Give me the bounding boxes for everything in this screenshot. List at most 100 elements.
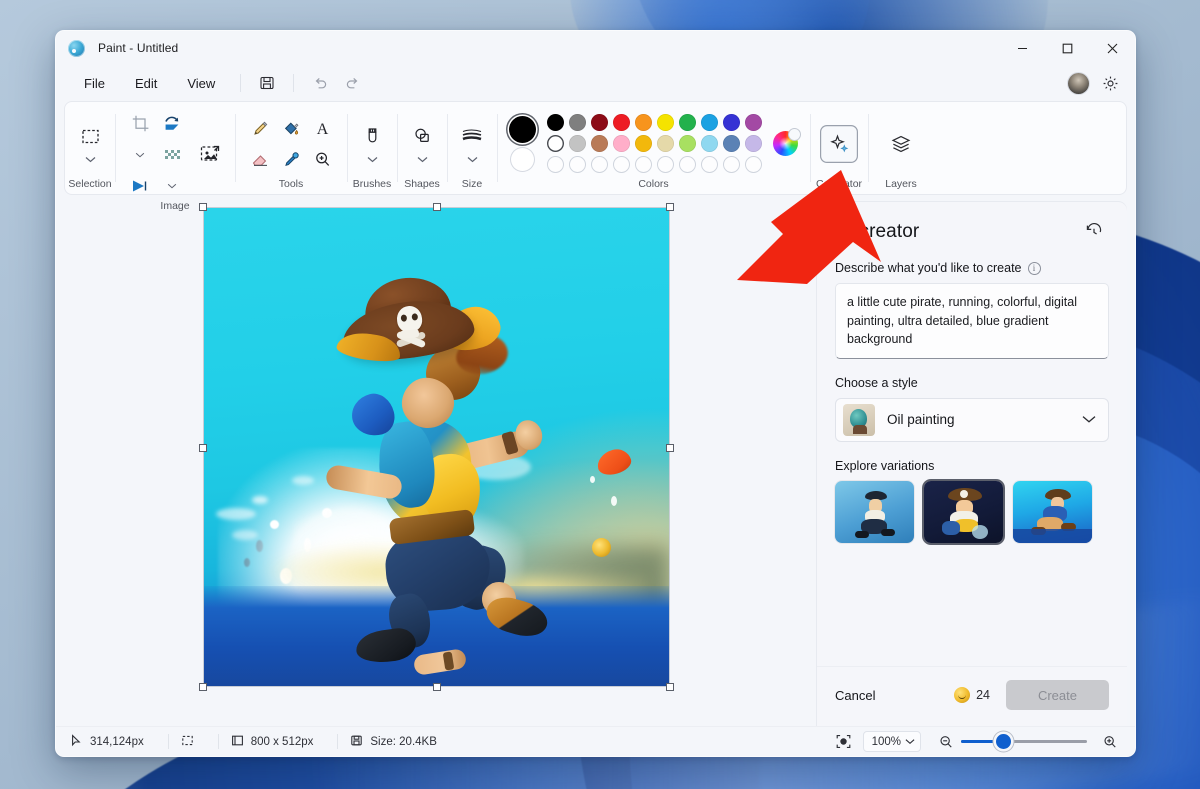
color-wheel-icon[interactable]: [773, 129, 800, 156]
color-swatch-r1-4[interactable]: [635, 114, 652, 131]
credits-indicator: 24: [954, 687, 990, 703]
minimize-button[interactable]: [1000, 31, 1045, 65]
custom-color-slot-8[interactable]: [723, 156, 740, 173]
text-icon[interactable]: A: [307, 113, 337, 143]
color-swatch-r1-8[interactable]: [723, 114, 740, 131]
prompt-input[interactable]: a little cute pirate, running, colorful,…: [835, 283, 1109, 359]
primary-color-swatch[interactable]: [509, 116, 536, 143]
cancel-button[interactable]: Cancel: [835, 688, 875, 703]
color-swatch-r1-0[interactable]: [547, 114, 564, 131]
menu-view[interactable]: View: [173, 71, 229, 96]
color-swatch-r1-5[interactable]: [657, 114, 674, 131]
selection-handle[interactable]: [200, 204, 206, 210]
undo-icon[interactable]: [305, 69, 335, 97]
variation-thumbnail[interactable]: [924, 480, 1003, 543]
cocreator-button[interactable]: [820, 124, 858, 163]
selection-handle[interactable]: [667, 204, 673, 210]
color-swatch-r1-3[interactable]: [613, 114, 630, 131]
ribbon-group-label: Size: [461, 178, 483, 190]
color-swatch-r1-6[interactable]: [679, 114, 696, 131]
custom-color-slot-3[interactable]: [613, 156, 630, 173]
chevron-down-icon[interactable]: [1082, 411, 1096, 429]
history-icon[interactable]: [1079, 218, 1109, 246]
info-icon[interactable]: i: [1028, 262, 1041, 275]
custom-color-slot-5[interactable]: [657, 156, 674, 173]
flip-icon[interactable]: [125, 171, 155, 201]
file-size: Size: 20.4KB: [348, 734, 450, 750]
custom-color-slot-0[interactable]: [547, 156, 564, 173]
selection-handle[interactable]: [200, 445, 206, 451]
prompt-label: Describe what you'd like to create i: [835, 261, 1109, 275]
color-swatch-r2-9[interactable]: [745, 135, 762, 152]
rotate-icon[interactable]: [157, 109, 187, 139]
variation-thumbnail[interactable]: [1013, 480, 1092, 543]
color-swatch-r1-1[interactable]: [569, 114, 586, 131]
menu-file[interactable]: File: [70, 71, 119, 96]
zoom-slider[interactable]: [961, 734, 1087, 749]
style-dropdown[interactable]: Oil painting: [835, 397, 1109, 442]
color-swatch-r2-2[interactable]: [591, 135, 608, 152]
crop-icon[interactable]: [125, 109, 155, 139]
color-swatch-r2-7[interactable]: [701, 135, 718, 152]
selection-handle[interactable]: [200, 684, 206, 690]
selection-chevron-down-icon[interactable]: [85, 152, 96, 166]
color-swatch-r2-3[interactable]: [613, 135, 630, 152]
color-swatch-r1-2[interactable]: [591, 114, 608, 131]
color-swatch-r2-6[interactable]: [679, 135, 696, 152]
custom-color-slot-6[interactable]: [679, 156, 696, 173]
size-lines-icon[interactable]: [457, 121, 487, 151]
avatar[interactable]: [1063, 69, 1093, 97]
magnifier-icon[interactable]: [307, 144, 337, 174]
custom-color-slot-7[interactable]: [701, 156, 718, 173]
color-swatch-r2-0[interactable]: [547, 135, 564, 152]
custom-color-slot-4[interactable]: [635, 156, 652, 173]
variation-thumbnail[interactable]: [835, 480, 914, 543]
secondary-color-swatch[interactable]: [511, 148, 534, 171]
eraser-icon[interactable]: [245, 144, 275, 174]
layers-icon[interactable]: [886, 129, 916, 159]
zoom-level-dropdown[interactable]: 100%: [862, 731, 921, 752]
brush-icon[interactable]: [357, 121, 387, 151]
color-swatch-r1-9[interactable]: [745, 114, 762, 131]
brushes-chevron-down-icon[interactable]: [367, 152, 378, 166]
zoom-in-icon[interactable]: [1095, 728, 1125, 756]
color-swatch-r2-1[interactable]: [569, 135, 586, 152]
selection-handle[interactable]: [667, 445, 673, 451]
custom-color-slot-1[interactable]: [569, 156, 586, 173]
close-button[interactable]: [1090, 31, 1135, 65]
rotate-chevron-down-icon[interactable]: [125, 148, 155, 162]
gear-icon[interactable]: [1095, 69, 1125, 97]
color-swatch-r2-8[interactable]: [723, 135, 740, 152]
flip-chevron-down-icon[interactable]: [157, 179, 187, 193]
fit-to-window-icon[interactable]: [829, 728, 859, 756]
ribbon-group-label: Cocreator: [815, 178, 863, 190]
pencil-icon[interactable]: [245, 113, 275, 143]
color-swatch-r2-5[interactable]: [657, 135, 674, 152]
zoom-out-icon[interactable]: [931, 728, 961, 756]
custom-color-slot-2[interactable]: [591, 156, 608, 173]
paint-window: Paint - Untitled File Edit View Selectio…: [55, 30, 1136, 757]
selection-handle[interactable]: [667, 684, 673, 690]
resize-image-icon[interactable]: [195, 140, 225, 170]
maximize-button[interactable]: [1045, 31, 1090, 65]
fill-bucket-icon[interactable]: [276, 113, 306, 143]
selection-handle[interactable]: [434, 684, 440, 690]
eyedropper-icon[interactable]: [276, 144, 306, 174]
create-button[interactable]: Create: [1005, 680, 1109, 710]
cocreator-panel: Cocreator Describe what you'd like to cr…: [817, 202, 1127, 726]
custom-color-slot-9[interactable]: [745, 156, 762, 173]
image-canvas[interactable]: [204, 208, 669, 686]
rectangular-selection-icon[interactable]: [75, 121, 105, 151]
shapes-icon[interactable]: [407, 121, 437, 151]
redo-icon[interactable]: [337, 69, 367, 97]
chevron-down-icon[interactable]: [905, 736, 915, 748]
ribbon-group-shapes: Shapes: [397, 102, 447, 194]
size-chevron-down-icon[interactable]: [467, 152, 478, 166]
shapes-chevron-down-icon[interactable]: [417, 152, 428, 166]
color-swatch-r1-7[interactable]: [701, 114, 718, 131]
transparent-selection-icon[interactable]: [157, 140, 187, 170]
selection-handle[interactable]: [434, 204, 440, 210]
color-swatch-r2-4[interactable]: [635, 135, 652, 152]
save-icon[interactable]: [252, 69, 282, 97]
menu-edit[interactable]: Edit: [121, 71, 171, 96]
